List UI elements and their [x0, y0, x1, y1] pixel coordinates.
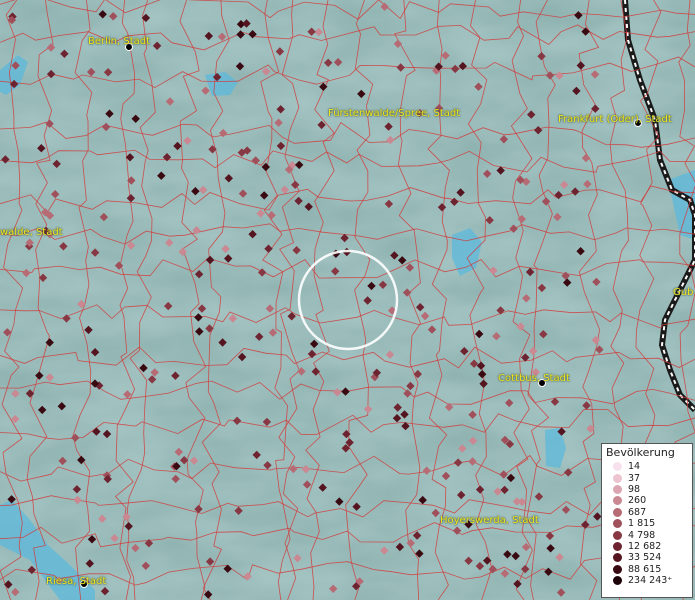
legend-item: 88 615	[606, 564, 688, 575]
legend-label: 33 524	[628, 552, 662, 564]
legend-swatch	[613, 564, 622, 574]
terrain-texture	[0, 0, 695, 600]
city-label-frankfurt-oder[interactable]: Frankfurt (Oder), Stadt	[558, 114, 672, 125]
legend-label: 260	[628, 495, 647, 507]
legend-item: 4 798	[606, 529, 688, 541]
city-label-riesa[interactable]: Riesa, Stadt	[46, 576, 106, 587]
legend-swatch	[613, 473, 622, 483]
legend-item: 234 243⁺	[606, 575, 688, 586]
legend-label: 14	[628, 461, 641, 473]
legend-label: 687	[628, 506, 647, 518]
legend-swatch	[613, 484, 622, 494]
legend-label: 37	[628, 472, 641, 484]
city-label-fuerstenwalde[interactable]: Fürstenwalde/Spree, Stadt	[328, 108, 460, 119]
population-legend: Bevölkerung 14 37 98 260 687 1 815 4 798 12 682…	[601, 443, 693, 598]
legend-item: 1 815	[606, 518, 688, 529]
legend-label: 4 798	[628, 529, 656, 541]
legend-swatch	[613, 507, 622, 517]
legend-title: Bevölkerung	[606, 446, 675, 459]
legend-swatch	[613, 519, 622, 529]
legend-label: 12 682	[628, 540, 662, 552]
legend-item: 687	[606, 507, 688, 518]
legend-label: 234 243⁺	[628, 575, 673, 587]
legend-item: 260	[606, 495, 688, 506]
legend-label: 1 815	[628, 518, 656, 530]
city-label-berlin[interactable]: Berlin, Stadt	[88, 36, 150, 47]
legend-item: 12 682	[606, 541, 688, 552]
legend-item: 33 524	[606, 552, 688, 563]
legend-item: 98	[606, 484, 688, 495]
legend-swatch	[613, 553, 622, 563]
legend-swatch	[613, 576, 622, 586]
legend-item: 14	[606, 461, 688, 472]
legend-items: 14 37 98 260 687 1 815 4 798 12 682 33 524 88 615…	[606, 461, 688, 586]
legend-swatch	[613, 530, 622, 540]
legend-label: 98	[628, 483, 641, 495]
map-canvas[interactable]	[0, 0, 695, 600]
city-label-hoyerswerda[interactable]: Hoyerswerda, Stadt	[440, 515, 539, 526]
legend-swatch	[613, 496, 622, 506]
legend-item: 37	[606, 472, 688, 484]
city-label-gub[interactable]: Gub	[673, 287, 693, 298]
legend-swatch	[613, 462, 622, 472]
legend-label: 88 615	[628, 563, 662, 575]
city-label-cottbus[interactable]: Cottbus, Stadt	[498, 373, 570, 384]
legend-swatch	[613, 541, 622, 551]
city-label-walde[interactable]: walde, Stadt	[0, 227, 63, 238]
